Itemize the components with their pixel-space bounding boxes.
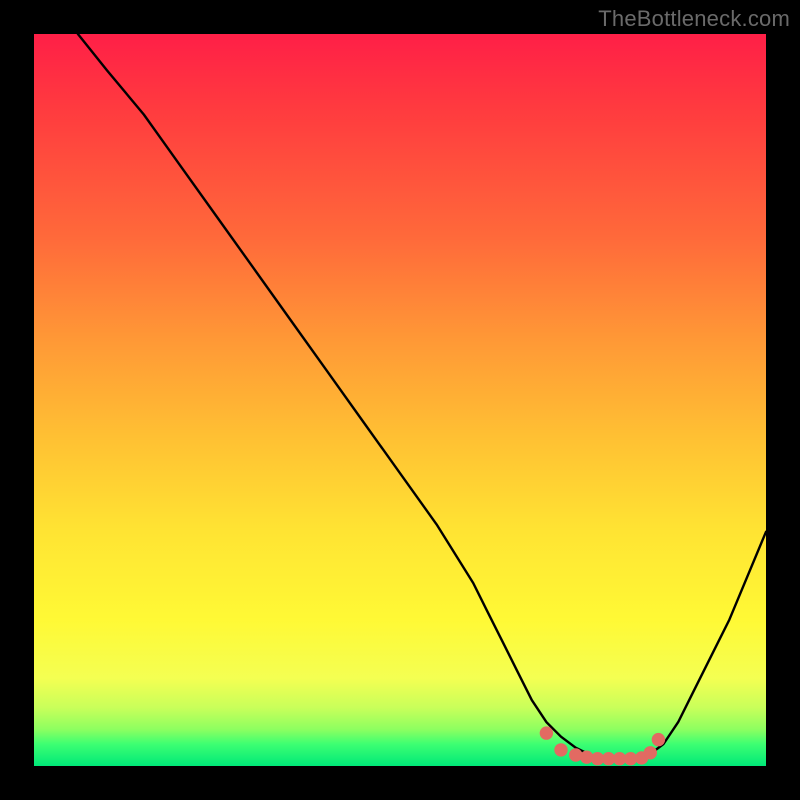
plot-area bbox=[34, 34, 766, 766]
dot bbox=[624, 753, 636, 765]
chart-frame: TheBottleneck.com bbox=[0, 0, 800, 800]
dot bbox=[644, 747, 656, 759]
bottleneck-curve-svg bbox=[34, 34, 766, 766]
dot bbox=[555, 744, 567, 756]
dot bbox=[540, 727, 552, 739]
dot bbox=[581, 751, 593, 763]
dot bbox=[652, 733, 664, 745]
bottleneck-curve-path bbox=[78, 34, 766, 759]
watermark-text: TheBottleneck.com bbox=[598, 6, 790, 32]
dot bbox=[570, 749, 582, 761]
bottom-dots-cluster bbox=[540, 727, 664, 765]
